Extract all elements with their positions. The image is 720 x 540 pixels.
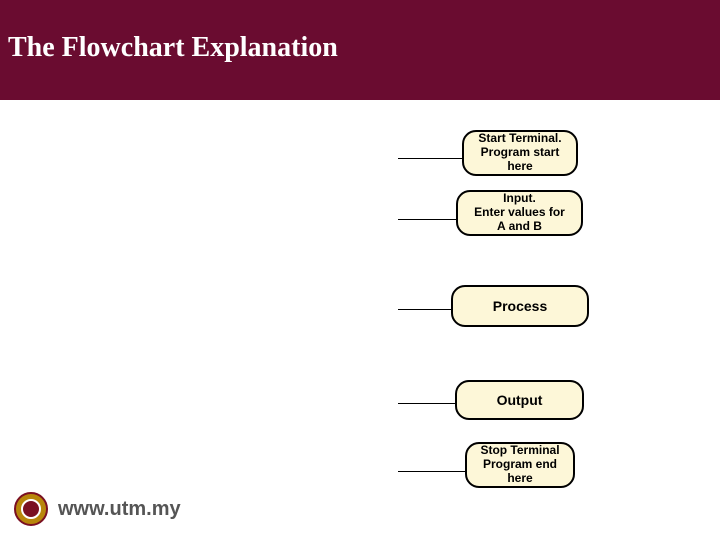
box-stop: Stop Terminal Program end here bbox=[465, 442, 575, 488]
box-line: Process bbox=[493, 298, 547, 314]
box-start: Start Terminal. Program start here bbox=[462, 130, 578, 176]
box-input: Input. Enter values for A and B bbox=[456, 190, 583, 236]
connector-input bbox=[398, 219, 456, 220]
page-title: The Flowchart Explanation bbox=[8, 32, 338, 64]
box-line: Start Terminal. bbox=[478, 132, 561, 146]
box-line: A and B bbox=[497, 220, 542, 234]
utm-logo-inner bbox=[21, 499, 41, 519]
box-line: Program end bbox=[483, 458, 557, 472]
box-line: Stop Terminal bbox=[480, 444, 559, 458]
connector-output bbox=[398, 403, 455, 404]
box-process: Process bbox=[451, 285, 589, 327]
box-output: Output bbox=[455, 380, 584, 420]
utm-logo-icon bbox=[14, 492, 48, 526]
connector-stop bbox=[398, 471, 465, 472]
footer: www.utm.my bbox=[14, 492, 181, 526]
box-line: Enter values for bbox=[474, 206, 565, 220]
box-line: Input. bbox=[503, 192, 536, 206]
connector-process bbox=[398, 309, 451, 310]
box-line: Output bbox=[497, 392, 543, 408]
footer-site: www.utm.my bbox=[58, 498, 181, 521]
box-line: here bbox=[507, 472, 532, 486]
box-line: here bbox=[507, 160, 532, 174]
connector-start bbox=[398, 158, 462, 159]
box-line: Program start bbox=[481, 146, 560, 160]
